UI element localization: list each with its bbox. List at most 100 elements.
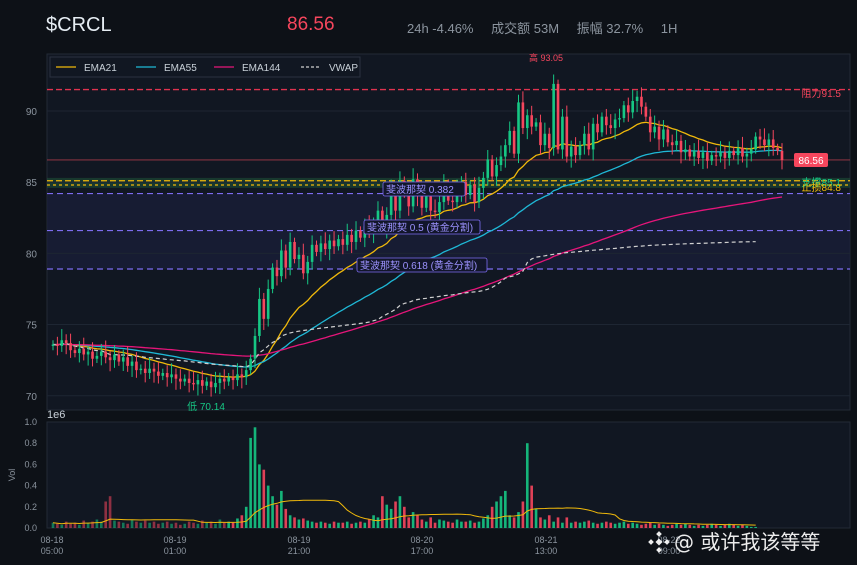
volume-bar	[398, 496, 402, 528]
volume-bar	[367, 519, 371, 528]
volume-bar	[95, 519, 99, 528]
candle	[82, 348, 86, 355]
candle	[341, 239, 345, 245]
candle	[315, 244, 318, 252]
volume-bar	[446, 521, 450, 528]
volume-bar	[205, 522, 209, 528]
volume-bar	[504, 490, 507, 528]
volume-bar	[130, 519, 134, 528]
candle	[297, 254, 301, 260]
volume-bar	[139, 522, 143, 528]
candle	[262, 298, 266, 319]
volume-bar	[192, 522, 195, 528]
volume-bar	[183, 523, 187, 528]
volume-bar	[464, 521, 468, 528]
volume-bar	[354, 522, 358, 528]
volume-bar	[174, 522, 178, 528]
volume-bar	[433, 522, 437, 528]
candle	[280, 250, 283, 277]
volume-bar	[574, 521, 577, 528]
volume-bar	[104, 501, 108, 528]
candle	[749, 149, 753, 154]
y-tick-label: 75	[26, 321, 38, 332]
candle	[622, 105, 626, 119]
volume-bar	[460, 521, 463, 528]
candle	[556, 83, 560, 150]
candle	[618, 118, 621, 120]
candle	[508, 130, 512, 146]
candle	[723, 152, 727, 158]
candle	[170, 374, 173, 378]
price-chart[interactable]: 7075808590高 93.05低 70.14阻力91.5支撑85.1止损84…	[0, 0, 857, 565]
volume-bar	[244, 506, 248, 528]
volume-bar	[262, 469, 266, 528]
volume-bar	[157, 523, 160, 528]
candle	[91, 351, 94, 359]
volume-bar	[569, 522, 573, 528]
candle	[675, 140, 678, 146]
stop-label: 止损84.8	[802, 181, 842, 194]
volume-bar	[442, 520, 446, 528]
candle	[359, 230, 362, 238]
candle	[196, 380, 200, 385]
candle	[354, 230, 358, 242]
volume-bar	[429, 517, 432, 528]
x-tick-date: 08-19	[287, 535, 310, 545]
candle	[165, 372, 169, 378]
volume-bar	[302, 518, 305, 528]
candle	[684, 149, 687, 153]
volume-bar	[126, 523, 129, 528]
volume-bar	[490, 506, 494, 528]
candle	[473, 185, 476, 203]
candle	[95, 355, 99, 359]
candle	[258, 298, 261, 336]
volume-bar	[319, 521, 323, 528]
candle	[490, 159, 494, 177]
volume-bar	[266, 485, 270, 528]
resistance-label: 阻力91.5	[802, 87, 842, 100]
candle	[767, 139, 771, 146]
candle	[332, 240, 336, 247]
volume-bar	[236, 518, 239, 528]
volume-bar	[297, 519, 301, 528]
candle	[583, 133, 586, 146]
candle	[587, 133, 591, 150]
candle	[714, 155, 718, 157]
last-price-text: 86.56	[798, 156, 823, 167]
volume-bar	[381, 496, 384, 528]
candle	[249, 358, 252, 371]
volume-bar	[438, 519, 441, 528]
volume-bar	[455, 519, 459, 528]
volume-bar	[345, 521, 349, 528]
candle	[776, 147, 779, 151]
vol-tick-label: 0.6	[24, 459, 37, 469]
candle	[517, 102, 520, 154]
candle	[569, 146, 573, 157]
volume-bar	[424, 521, 428, 528]
candle	[539, 122, 542, 146]
volume-bar	[293, 517, 296, 528]
candle	[328, 240, 331, 250]
y-tick-label: 85	[26, 178, 38, 189]
x-tick-date: 08-21	[534, 535, 557, 545]
candle	[482, 177, 485, 188]
vol-offset-label: 1e6	[47, 409, 65, 421]
candle	[754, 136, 757, 150]
candle	[293, 241, 296, 260]
candle	[240, 374, 244, 378]
candle	[231, 377, 235, 381]
candle	[266, 288, 270, 319]
x-tick-time: 17:00	[411, 546, 434, 556]
candle	[201, 380, 204, 386]
candle	[310, 244, 314, 262]
candle	[56, 344, 59, 346]
candle	[662, 129, 665, 140]
candle	[99, 351, 103, 356]
volume-bar	[165, 521, 169, 528]
volume-bar	[583, 521, 586, 528]
vol-tick-label: 0.2	[24, 502, 37, 512]
volume-bar	[69, 523, 72, 528]
candle	[433, 210, 437, 213]
volume-bar	[60, 524, 64, 528]
volume-bar	[508, 515, 512, 528]
